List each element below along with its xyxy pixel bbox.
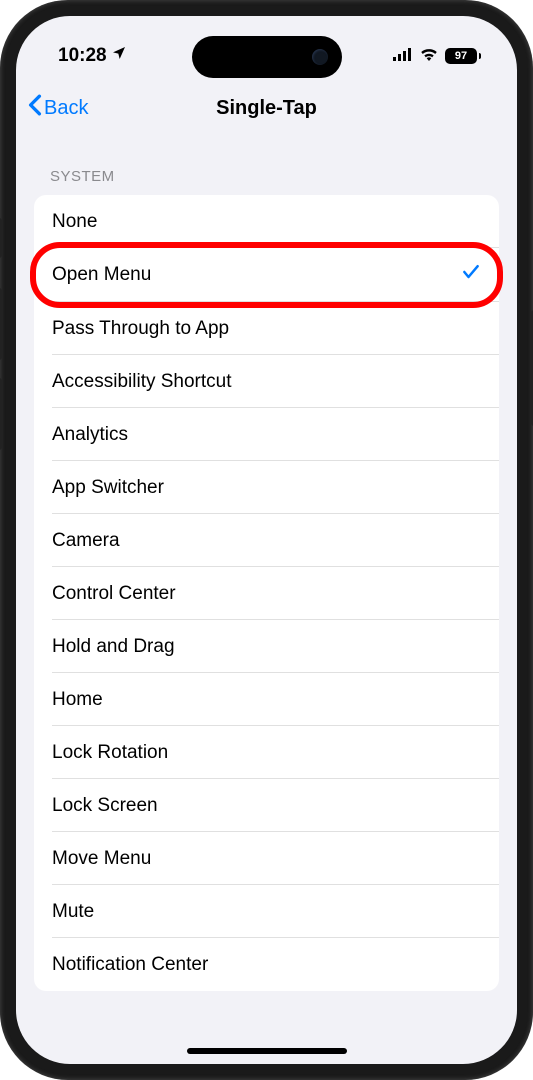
list-item[interactable]: Open Menu — [34, 248, 499, 302]
location-icon — [111, 45, 127, 67]
side-button — [0, 288, 2, 360]
camera-dot — [312, 49, 328, 65]
option-label: Move Menu — [52, 848, 151, 870]
options-list: None Open Menu Pass Through to App Accessib… — [34, 195, 499, 991]
side-button — [0, 218, 2, 258]
list-item[interactable]: Home — [34, 673, 499, 726]
option-label: Lock Screen — [52, 795, 158, 817]
section-header: SYSTEM — [16, 168, 517, 195]
status-time: 10:28 — [58, 45, 107, 67]
page-title: Single-Tap — [216, 97, 317, 120]
navigation-bar: Back Single-Tap — [16, 84, 517, 132]
content-area: SYSTEM None Open Menu Pass Through to App A… — [16, 132, 517, 991]
side-button — [0, 378, 2, 450]
option-label: Open Menu — [52, 264, 151, 286]
chevron-left-icon — [28, 94, 42, 122]
option-label: None — [52, 211, 97, 233]
option-label: Control Center — [52, 583, 176, 605]
dynamic-island — [192, 36, 342, 78]
option-label: Mute — [52, 901, 94, 923]
list-item[interactable]: Analytics — [34, 408, 499, 461]
list-item[interactable]: Hold and Drag — [34, 620, 499, 673]
list-item[interactable]: Accessibility Shortcut — [34, 355, 499, 408]
option-label: Home — [52, 689, 103, 711]
option-label: Hold and Drag — [52, 636, 175, 658]
list-item[interactable]: App Switcher — [34, 461, 499, 514]
list-item[interactable]: Move Menu — [34, 832, 499, 885]
back-label: Back — [44, 97, 88, 120]
option-label: Accessibility Shortcut — [52, 371, 232, 393]
phone-screen: 10:28 97 — [16, 16, 517, 1064]
list-item[interactable]: Lock Screen — [34, 779, 499, 832]
option-label: Lock Rotation — [52, 742, 168, 764]
list-item[interactable]: Camera — [34, 514, 499, 567]
phone-frame: 10:28 97 — [0, 0, 533, 1080]
check-icon — [461, 262, 481, 288]
option-label: Notification Center — [52, 954, 208, 976]
wifi-icon — [419, 45, 439, 67]
list-item[interactable]: None — [34, 195, 499, 248]
list-item[interactable]: Pass Through to App — [34, 302, 499, 355]
list-item[interactable]: Lock Rotation — [34, 726, 499, 779]
battery-icon: 97 — [445, 48, 481, 64]
cellular-icon — [393, 45, 413, 67]
home-indicator[interactable] — [187, 1048, 347, 1054]
option-label: Analytics — [52, 424, 128, 446]
list-item[interactable]: Notification Center — [34, 938, 499, 991]
back-button[interactable]: Back — [28, 94, 88, 122]
option-label: Camera — [52, 530, 120, 552]
option-label: Pass Through to App — [52, 318, 229, 340]
list-item[interactable]: Mute — [34, 885, 499, 938]
option-label: App Switcher — [52, 477, 164, 499]
list-item[interactable]: Control Center — [34, 567, 499, 620]
